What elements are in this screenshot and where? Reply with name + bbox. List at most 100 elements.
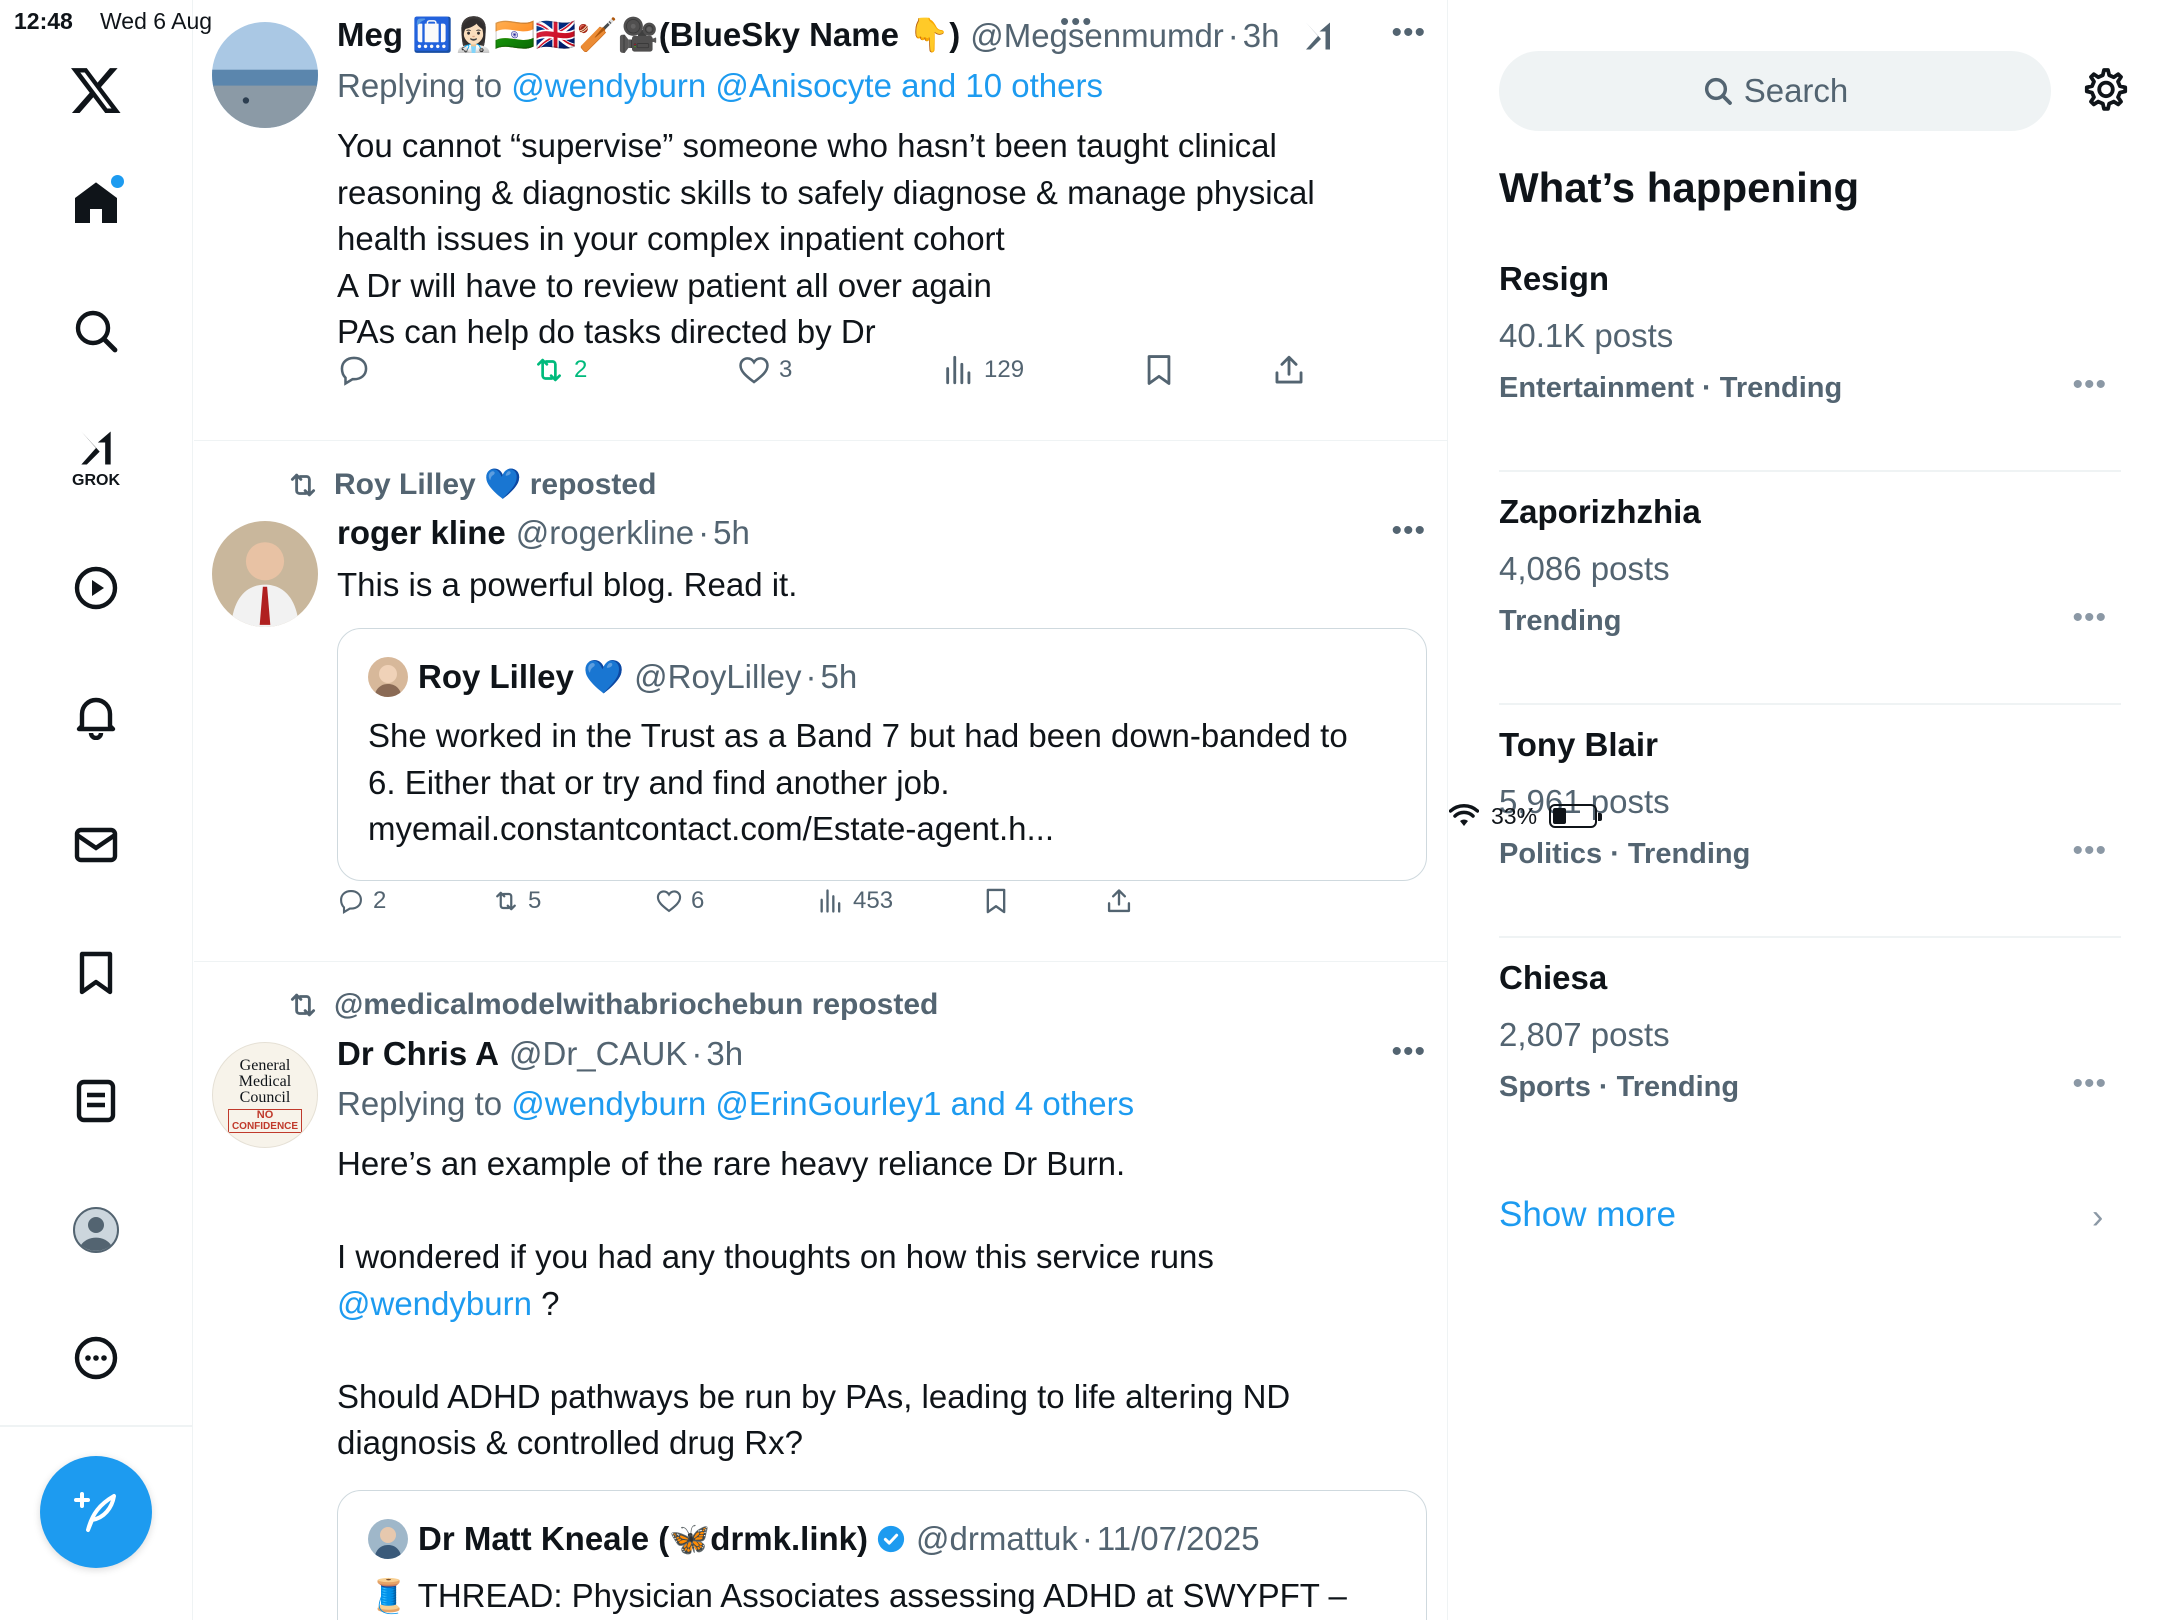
nav-profile[interactable]	[56, 1190, 136, 1270]
tweet-line: @wendyburn ?	[337, 1284, 560, 1322]
status-date: Wed 6 Aug	[100, 8, 213, 34]
reply-button[interactable]: 2	[337, 887, 386, 915]
share-button[interactable]	[1272, 353, 1306, 387]
tweet-line: This is a powerful blog. Read it.	[337, 566, 798, 603]
compose-button[interactable]	[40, 1456, 152, 1568]
author-name[interactable]: roger kline	[337, 514, 506, 552]
share-icon	[1275, 355, 1303, 384]
more-options-icon[interactable]: •••	[1391, 1035, 1426, 1069]
nav-notifications[interactable]	[56, 676, 136, 756]
profile-icon	[73, 1207, 119, 1253]
avatar[interactable]: General Medical Council NO CONFIDENCE	[212, 1042, 318, 1148]
bookmark-button[interactable]	[982, 887, 1010, 915]
timeline[interactable]: Meg 🛄👩🏻‍⚕️🇮🇳🇬🇧🏏🎥(BlueSky Name 👇) @Megsen…	[194, 0, 1448, 1620]
reply-context: Replying to @wendyburn @Anisocyte and 10…	[337, 67, 1103, 105]
nav-lists[interactable]	[56, 1061, 136, 1141]
tweet-line: I wondered if you had any thoughts on ho…	[337, 1238, 1214, 1275]
nav-grok[interactable]: GROK	[56, 418, 136, 498]
bookmark-icon	[1147, 355, 1171, 385]
unread-dot	[111, 175, 124, 188]
like-button[interactable]: 6	[655, 887, 704, 915]
x-logo-icon[interactable]	[56, 50, 136, 130]
share-button[interactable]	[1105, 887, 1133, 915]
views-button[interactable]: 453	[817, 887, 893, 915]
tweet-text: You cannot “supervise” someone who hasn’…	[337, 123, 1407, 356]
views-icon	[820, 889, 841, 913]
status-right: 33%	[1449, 6, 2160, 1620]
views-button[interactable]: 129	[942, 353, 1024, 387]
tweet-text: This is a powerful blog. Read it.	[337, 562, 1407, 609]
quote-author-handle: @RoyLilley	[634, 658, 802, 695]
quoted-tweet[interactable]: Roy Lilley 💙 @RoyLilley · 5h She worked …	[337, 628, 1427, 881]
repost-icon	[290, 993, 316, 1017]
views-icon	[946, 355, 971, 385]
like-icon	[656, 890, 682, 913]
tweet-header: Dr Chris A @Dr_CAUK · 3h	[337, 1035, 743, 1073]
reply-targets-link[interactable]: @wendyburn @ErinGourley1 and 4 others	[511, 1085, 1134, 1122]
repost-count: 2	[574, 356, 588, 383]
reply-targets-link[interactable]: @wendyburn @Anisocyte and 10 others	[511, 67, 1103, 104]
nav-home[interactable]	[56, 163, 136, 243]
nav-more[interactable]	[56, 1318, 136, 1398]
reply-icon	[340, 356, 368, 386]
status-time: 12:48	[14, 8, 73, 34]
no-confidence-stamp: NO CONFIDENCE	[227, 1108, 303, 1133]
repost-context[interactable]: Roy Lilley 💙 reposted	[286, 467, 656, 502]
wifi-icon	[1449, 804, 1479, 826]
separator: ·	[698, 514, 710, 551]
tweet-header: roger kline @rogerkline · 5h	[337, 514, 750, 552]
more-options-icon[interactable]: •••	[1391, 514, 1426, 548]
mention-link[interactable]: @wendyburn	[337, 1285, 532, 1322]
more-icon	[74, 1336, 118, 1380]
repost-context[interactable]: @medicalmodelwithabriochebun reposted	[286, 988, 938, 1022]
tweet-time[interactable]: 5h	[713, 514, 750, 552]
mail-icon	[74, 827, 118, 863]
quote-line: 6. Either that or try and find another j…	[368, 763, 950, 801]
repost-button[interactable]: 5	[492, 887, 541, 915]
separator: ·	[805, 658, 817, 695]
reply-prefix: Replying to	[337, 67, 503, 104]
avatar-text: Medical	[238, 1072, 292, 1090]
bookmark-button[interactable]	[1142, 353, 1176, 387]
battery-icon	[1549, 804, 1603, 828]
search-icon	[75, 310, 118, 353]
quoted-tweet[interactable]: Dr Matt Kneale (🦋drmk.link) @drmattuk · …	[337, 1490, 1427, 1620]
author-handle[interactable]: @rogerkline	[516, 514, 694, 552]
quote-line: She worked in the Trust as a Band 7 but …	[368, 717, 1348, 754]
tweet-line: Should ADHD pathways be run by PAs, lead…	[337, 1377, 1291, 1415]
left-nav: GROK	[0, 0, 193, 1620]
like-button[interactable]: 3	[737, 353, 792, 387]
like-icon	[739, 357, 769, 384]
separator: ·	[1081, 1520, 1093, 1557]
tweet-item[interactable]: Meg 🛄👩🏻‍⚕️🇮🇳🇬🇧🏏🎥(BlueSky Name 👇) @Megsen…	[194, 0, 1447, 441]
reply-button[interactable]	[337, 353, 379, 387]
repost-icon	[537, 358, 561, 382]
author-handle[interactable]: @Dr_CAUK	[509, 1035, 687, 1073]
compose-icon	[74, 1492, 116, 1532]
grok-icon	[81, 431, 111, 465]
quote-author-handle: @drmattuk	[916, 1520, 1078, 1557]
quote-text: She worked in the Trust as a Band 7 but …	[368, 713, 1408, 853]
quote-avatar	[368, 657, 408, 697]
nav-explore[interactable]	[56, 291, 136, 371]
nav-bookmarks[interactable]	[56, 933, 136, 1013]
repost-button[interactable]: 2	[532, 353, 587, 387]
video-icon	[74, 566, 118, 610]
avatar[interactable]	[212, 521, 318, 627]
tweet-item[interactable]: Roy Lilley 💙 reposted roger kline @roger…	[194, 441, 1447, 962]
nav-messages[interactable]	[56, 805, 136, 885]
tweet-line: A Dr will have to review patient all ove…	[337, 266, 992, 304]
bookmark-icon	[79, 951, 113, 995]
quote-time: 5h	[820, 658, 858, 695]
status-bar: 12:48 Wed 6 Aug ••• 33%	[0, 0, 2160, 829]
verified-badge-icon	[877, 1525, 905, 1553]
nav-video[interactable]	[56, 548, 136, 628]
reply-icon	[340, 890, 362, 914]
author-name[interactable]: Dr Chris A	[337, 1035, 499, 1073]
tweet-time[interactable]: 3h	[706, 1035, 743, 1073]
tweet-item[interactable]: @medicalmodelwithabriochebun reposted Ge…	[194, 962, 1447, 1620]
multitasking-dots-icon[interactable]: •••	[1060, 6, 1093, 37]
battery-percent: 33%	[1491, 802, 1538, 829]
